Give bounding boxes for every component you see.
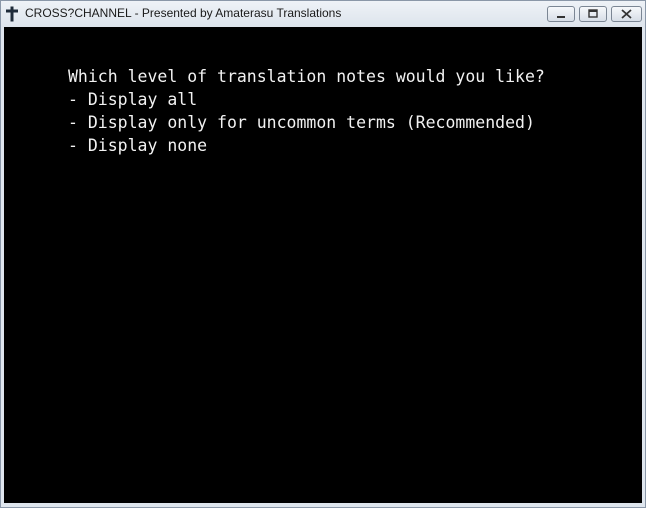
maximize-icon (588, 9, 598, 18)
option-display-none[interactable]: - Display none (68, 134, 545, 157)
close-icon (621, 9, 632, 19)
maximize-button[interactable] (579, 6, 607, 22)
menu-prompt: Which level of translation notes would y… (68, 67, 545, 86)
window-title: CROSS?CHANNEL - Presented by Amaterasu T… (25, 6, 342, 20)
cross-icon[interactable] (5, 6, 19, 22)
title-bar[interactable]: CROSS?CHANNEL - Presented by Amaterasu T… (1, 1, 645, 27)
app-window: CROSS?CHANNEL - Presented by Amaterasu T… (0, 0, 646, 508)
close-button[interactable] (611, 6, 642, 22)
option-display-all[interactable]: - Display all (68, 88, 545, 111)
game-screen[interactable]: Which level of translation notes would y… (4, 27, 642, 503)
minimize-icon (557, 16, 565, 18)
translation-notes-menu: Which level of translation notes would y… (68, 65, 545, 157)
option-display-uncommon-terms[interactable]: - Display only for uncommon terms (Recom… (68, 111, 545, 134)
minimize-button[interactable] (547, 6, 575, 22)
